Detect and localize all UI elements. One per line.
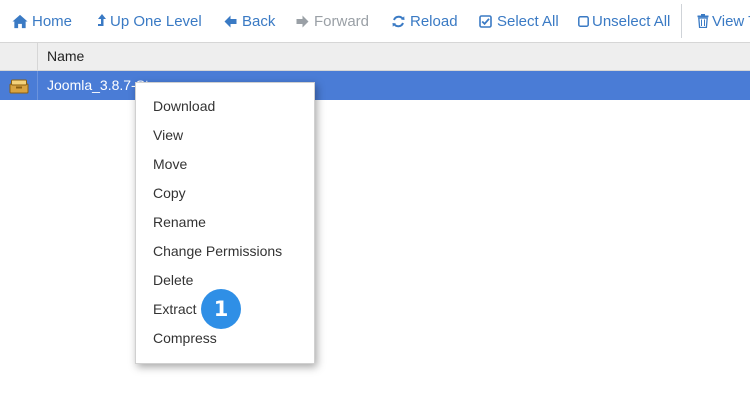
square-icon — [577, 13, 589, 29]
archive-icon — [0, 71, 38, 100]
menu-item-download[interactable]: Download — [136, 92, 314, 121]
view-trash-label: View T — [712, 12, 750, 30]
menu-item-rename[interactable]: Rename — [136, 208, 314, 237]
refresh-icon — [390, 13, 406, 29]
menu-item-move[interactable]: Move — [136, 150, 314, 179]
name-column-header[interactable]: Name — [47, 43, 84, 70]
unselect-all-label: Unselect All — [592, 12, 671, 30]
step-number-badge: 1 — [201, 289, 241, 329]
home-button[interactable]: Home — [12, 0, 72, 42]
menu-item-copy[interactable]: Copy — [136, 179, 314, 208]
toolbar: Home Up One Level Back Forward Reload Se… — [0, 0, 750, 42]
home-icon — [12, 13, 28, 29]
view-trash-button[interactable]: View T — [696, 0, 750, 42]
back-label: Back — [242, 12, 276, 30]
trash-icon — [696, 13, 709, 29]
unselect-all-button[interactable]: Unselect All — [577, 0, 670, 42]
menu-item-change-permissions[interactable]: Change Permissions — [136, 237, 314, 266]
home-label: Home — [32, 12, 73, 30]
table-row[interactable]: Joomla_3.8.7-St — [0, 71, 750, 100]
level-up-icon — [97, 13, 107, 29]
reload-button[interactable]: Reload — [390, 0, 458, 42]
select-all-button[interactable]: Select All — [477, 0, 559, 42]
arrow-right-icon — [294, 13, 310, 29]
back-button[interactable]: Back — [222, 0, 275, 42]
toolbar-divider — [681, 4, 682, 38]
file-name: Joomla_3.8.7-St — [47, 77, 149, 93]
icon-column-header — [0, 43, 38, 70]
up-one-level-button[interactable]: Up One Level — [97, 0, 202, 42]
reload-label: Reload — [410, 12, 458, 30]
file-table-header: Name — [0, 42, 750, 71]
forward-button[interactable]: Forward — [294, 0, 369, 42]
check-square-icon — [477, 13, 493, 29]
menu-item-view[interactable]: View — [136, 121, 314, 150]
up-one-level-label: Up One Level — [110, 12, 202, 30]
select-all-label: Select All — [497, 12, 559, 30]
forward-label: Forward — [314, 12, 370, 30]
arrow-left-icon — [222, 13, 238, 29]
